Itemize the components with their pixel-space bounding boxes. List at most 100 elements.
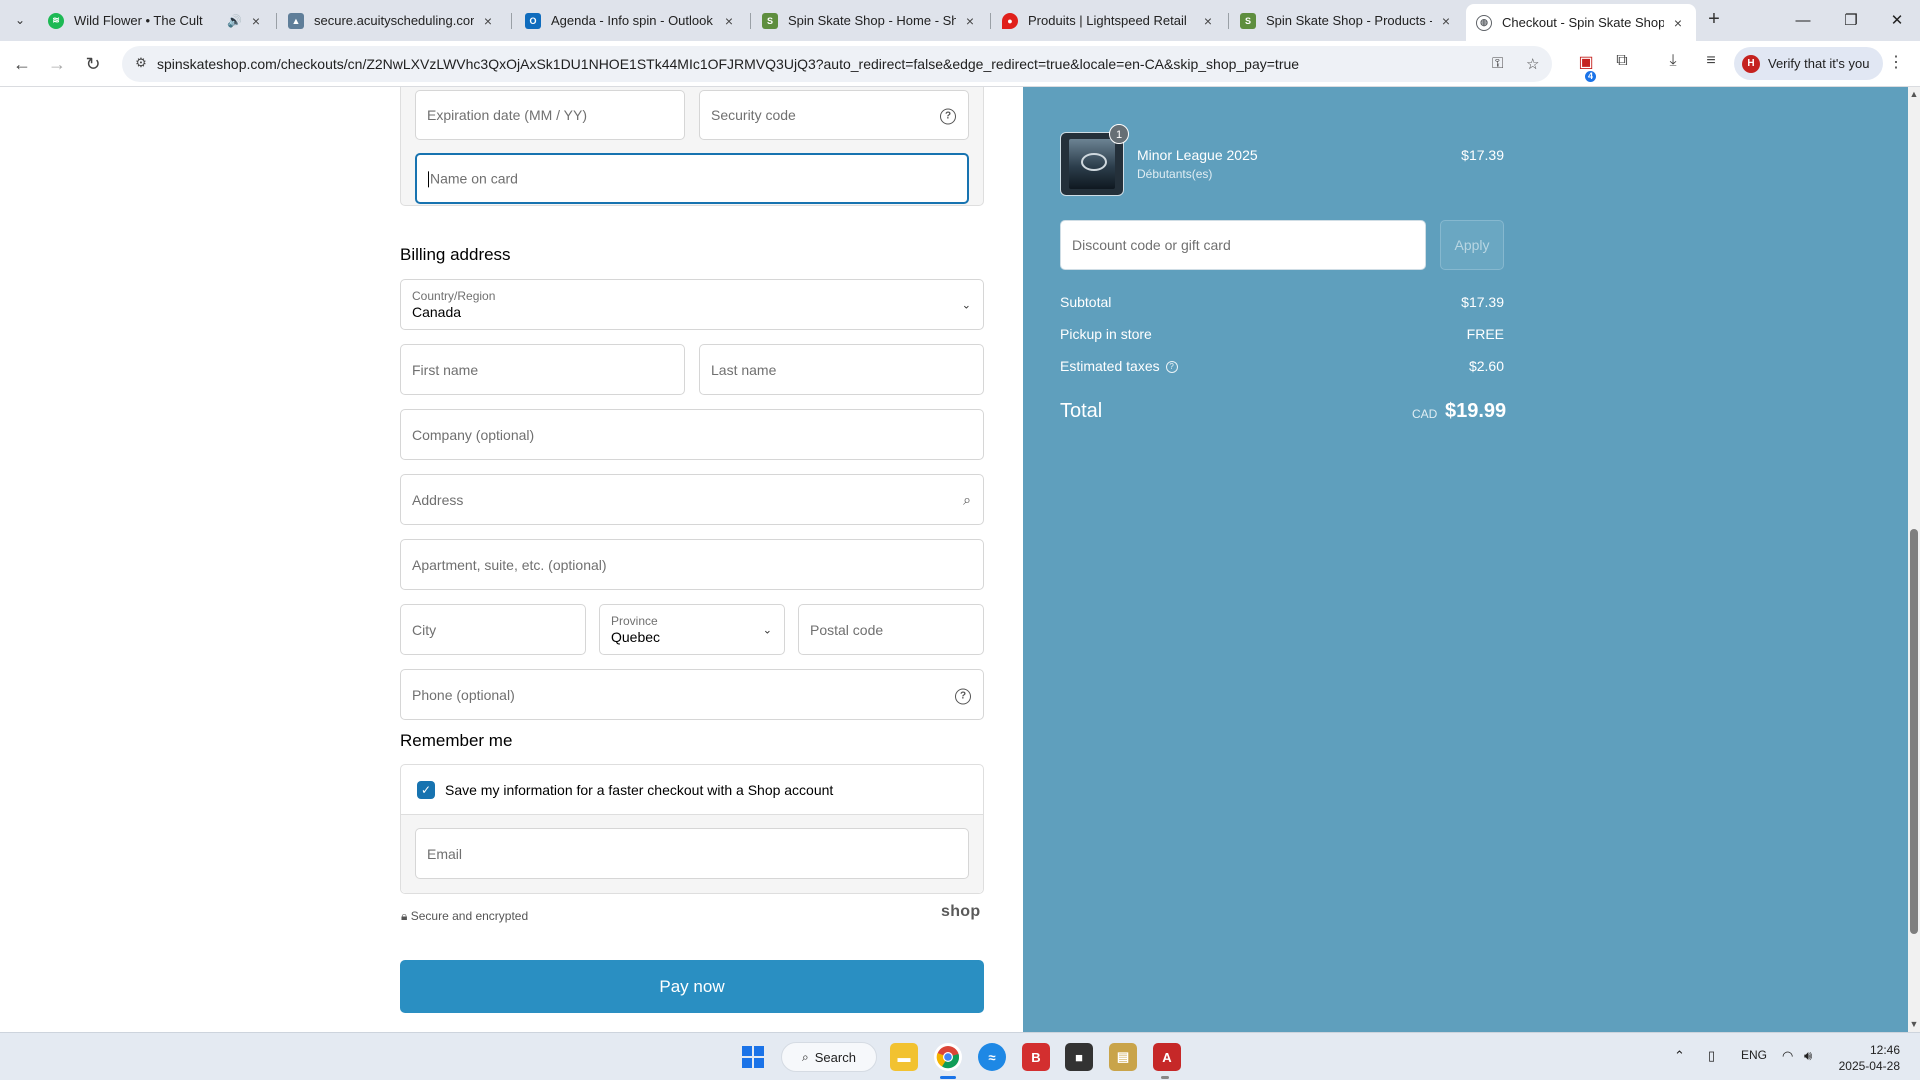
chrome-icon[interactable] — [934, 1043, 962, 1071]
first-name-field[interactable]: First name — [400, 344, 685, 395]
taskbar: ⌕ Search ▬ ≈ B ■ ▤ A ⌃ ▯ ENG ◠ 🔊︎ 12:46 … — [0, 1032, 1920, 1080]
wifi-icon[interactable]: ◠ — [1782, 1048, 1793, 1064]
window-close-icon[interactable]: ✕ — [1874, 0, 1920, 40]
tab-search-chevron-icon[interactable]: ⌄ — [8, 8, 32, 32]
scrollbar-thumb[interactable] — [1910, 529, 1918, 934]
battery-icon[interactable]: ▯ — [1708, 1048, 1715, 1064]
photos-app-icon[interactable]: ▤ — [1109, 1043, 1137, 1071]
company-field[interactable]: Company (optional) — [400, 409, 984, 460]
name-on-card-field[interactable]: Name on card — [415, 153, 969, 204]
site-info-icon[interactable]: ⚙ — [132, 55, 150, 73]
close-icon[interactable]: × — [721, 13, 737, 29]
tab-title: Spin Skate Shop - Products - M — [1266, 13, 1432, 28]
speaker-icon[interactable]: 🔊 — [227, 14, 242, 28]
reload-icon[interactable]: ↻ — [79, 50, 107, 78]
close-icon[interactable]: × — [480, 13, 496, 29]
page-viewport: Expiration date (MM / YY) Security code … — [0, 87, 1908, 1032]
chevron-down-icon: ⌄ — [762, 624, 772, 636]
page-scrollbar[interactable]: ▲ ▼ — [1908, 87, 1920, 1032]
address-field[interactable]: Address ⌕ — [400, 474, 984, 525]
restore-icon[interactable]: ❐ — [1828, 0, 1874, 40]
url-text[interactable]: spinskateshop.com/checkouts/cn/Z2NwLXVzL… — [157, 56, 1299, 72]
close-icon[interactable]: × — [248, 13, 264, 29]
back-arrow-icon[interactable]: ← — [8, 50, 36, 78]
shopify-icon: S — [1240, 12, 1256, 29]
discount-code-field[interactable]: Discount code or gift card — [1060, 220, 1426, 270]
security-code-field[interactable]: Security code ? — [699, 90, 969, 140]
verify-identity-button[interactable]: H Verify that it's you — [1734, 47, 1884, 80]
language-indicator[interactable]: ENG — [1741, 1048, 1767, 1062]
tab-title: secure.acuityscheduling.com/ap — [314, 13, 474, 28]
address-bar[interactable]: ⚙ spinskateshop.com/checkouts/cn/Z2NwLXV… — [122, 46, 1552, 82]
extension-badge: 4 — [1585, 71, 1597, 82]
tab-separator — [276, 13, 277, 29]
video-app-icon[interactable]: ■ — [1065, 1043, 1093, 1071]
total-currency: CAD — [1412, 407, 1438, 421]
tab-checkout[interactable]: ◍ Checkout - Spin Skate Shop × — [1466, 4, 1696, 41]
file-explorer-icon[interactable]: ▬ — [890, 1043, 918, 1071]
remember-me-box: ✓ Save my information for a faster check… — [400, 764, 984, 894]
email-field[interactable]: Email — [415, 828, 969, 879]
taskbar-search[interactable]: ⌕ Search — [781, 1042, 877, 1072]
tab-acuity[interactable]: ▲ secure.acuityscheduling.com/ap × — [278, 6, 506, 35]
scroll-up-icon[interactable]: ▲ — [1909, 89, 1919, 99]
tab-title: Checkout - Spin Skate Shop — [1502, 15, 1664, 30]
clock-time: 12:46 — [1869, 1043, 1900, 1057]
browser-menu-icon[interactable]: ⋮ — [1888, 52, 1904, 72]
pickup-row: Pickup in store FREE — [1060, 326, 1504, 342]
password-key-icon[interactable]: ⚿ — [1492, 55, 1503, 72]
close-icon[interactable]: × — [1670, 15, 1686, 31]
minimize-icon[interactable]: — — [1780, 0, 1826, 40]
outlook-icon: O — [525, 12, 541, 29]
tab-title: Wild Flower • The Cult — [74, 13, 203, 28]
postal-code-field[interactable]: Postal code — [798, 604, 984, 655]
security-placeholder: Security code — [711, 107, 796, 123]
system-clock[interactable]: 12:46 2025-04-28 — [1830, 1042, 1900, 1074]
close-icon[interactable]: × — [1438, 13, 1454, 29]
tab-spin-products[interactable]: S Spin Skate Shop - Products - M × — [1230, 6, 1464, 35]
messaging-app-icon[interactable]: ≈ — [978, 1043, 1006, 1071]
apply-discount-button[interactable]: Apply — [1440, 220, 1504, 270]
save-info-label[interactable]: Save my information for a faster checkou… — [445, 782, 833, 798]
country-select[interactable]: Country/Region Canada ⌄ — [400, 279, 984, 330]
help-circle-icon[interactable]: ? — [955, 685, 971, 704]
help-circle-icon[interactable]: ? — [940, 106, 956, 125]
b-app-icon[interactable]: B — [1022, 1043, 1050, 1071]
lock-icon: 🔒︎ — [401, 909, 408, 923]
last-name-field[interactable]: Last name — [699, 344, 984, 395]
pay-now-button[interactable]: Pay now — [400, 960, 984, 1013]
tab-separator — [1228, 13, 1229, 29]
extensions-puzzle-icon[interactable]: ⧉ — [1610, 52, 1634, 76]
pickup-label: Pickup in store — [1060, 326, 1152, 342]
new-tab-plus-icon[interactable]: + — [1702, 8, 1726, 32]
media-control-icon[interactable]: ≡ — [1699, 52, 1723, 76]
tab-title: Produits | Lightspeed Retail — [1028, 13, 1187, 28]
tab-outlook[interactable]: O Agenda - Info spin - Outlook × — [515, 6, 747, 35]
total-value: $19.99 — [1445, 400, 1507, 422]
search-icon: ⌕ — [963, 491, 971, 507]
acrobat-icon[interactable]: A — [1153, 1043, 1181, 1071]
tab-lightspeed[interactable]: ● Produits | Lightspeed Retail × — [992, 6, 1226, 35]
spotify-icon: ≋ — [48, 12, 64, 29]
close-icon[interactable]: × — [962, 13, 978, 29]
expiration-date-field[interactable]: Expiration date (MM / YY) — [415, 90, 685, 140]
download-icon[interactable]: ⤓ — [1661, 52, 1685, 76]
bookmark-star-icon[interactable]: ☆ — [1526, 55, 1539, 73]
apartment-field[interactable]: Apartment, suite, etc. (optional) — [400, 539, 984, 590]
tab-title: Agenda - Info spin - Outlook — [551, 13, 713, 28]
close-icon[interactable]: × — [1200, 13, 1216, 29]
volume-icon[interactable]: 🔊︎ — [1804, 1048, 1812, 1064]
help-circle-icon[interactable]: ? — [1165, 361, 1178, 374]
save-info-checkbox[interactable]: ✓ — [417, 781, 435, 799]
scroll-down-icon[interactable]: ▼ — [1909, 1019, 1919, 1029]
phone-field[interactable]: Phone (optional) ? — [400, 669, 984, 720]
city-field[interactable]: City — [400, 604, 586, 655]
forward-arrow-icon[interactable]: → — [43, 50, 71, 78]
province-select[interactable]: Province Quebec ⌄ — [599, 604, 785, 655]
save-info-row: ✓ Save my information for a faster check… — [401, 765, 983, 815]
windows-start-icon[interactable] — [739, 1043, 767, 1071]
tab-spin-home[interactable]: S Spin Skate Shop - Home - Shop × — [752, 6, 988, 35]
tray-chevron-up-icon[interactable]: ⌃ — [1674, 1048, 1685, 1064]
tab-wild-flower[interactable]: ≋ Wild Flower • The Cult 🔊 × — [38, 6, 274, 35]
clock-date: 2025-04-28 — [1838, 1059, 1900, 1073]
